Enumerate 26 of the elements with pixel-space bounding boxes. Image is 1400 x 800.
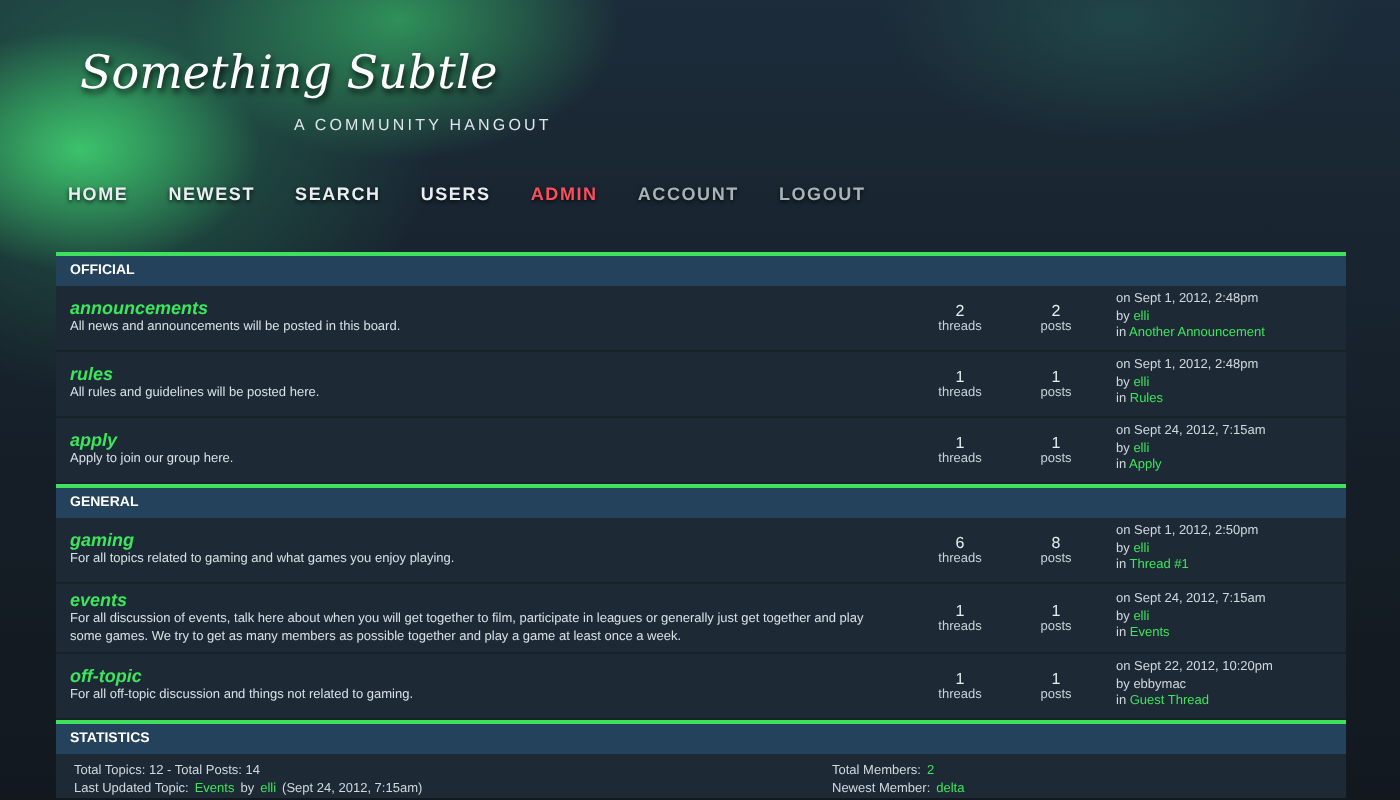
thread-count: 1	[955, 669, 965, 687]
post-count: 1	[1051, 669, 1061, 687]
thread-count: 1	[955, 601, 965, 619]
post-count: 2	[1051, 301, 1061, 319]
nav-link[interactable]: ADMIN	[530, 182, 598, 206]
site-logo: Something Subtle	[80, 46, 498, 104]
post-count: 8	[1051, 533, 1061, 551]
thread-count: 6	[955, 533, 965, 551]
nav-link[interactable]: LOGOUT	[778, 182, 866, 206]
forum-link[interactable]: gaming	[70, 530, 896, 553]
thread-count: 2	[955, 301, 965, 319]
nav-link[interactable]: SEARCH	[295, 182, 381, 206]
forum-link[interactable]: rules	[70, 364, 896, 387]
post-count: 1	[1051, 367, 1061, 385]
forum-link[interactable]: announcements	[70, 298, 896, 321]
post-count: 1	[1051, 601, 1061, 619]
forum-link[interactable]: off-topic	[70, 666, 896, 689]
nav-link[interactable]: NEWEST	[168, 182, 256, 206]
nav-link[interactable]: USERS	[420, 182, 491, 206]
site-tagline: A COMMUNITY HANGOUT	[294, 114, 552, 138]
nav-link[interactable]: ACCOUNT	[637, 182, 739, 206]
thread-count: 1	[955, 433, 965, 451]
forum-link[interactable]: apply	[70, 430, 896, 453]
post-count: 1	[1051, 433, 1061, 451]
forum-link[interactable]: events	[70, 590, 896, 612]
thread-count: 1	[955, 367, 965, 385]
